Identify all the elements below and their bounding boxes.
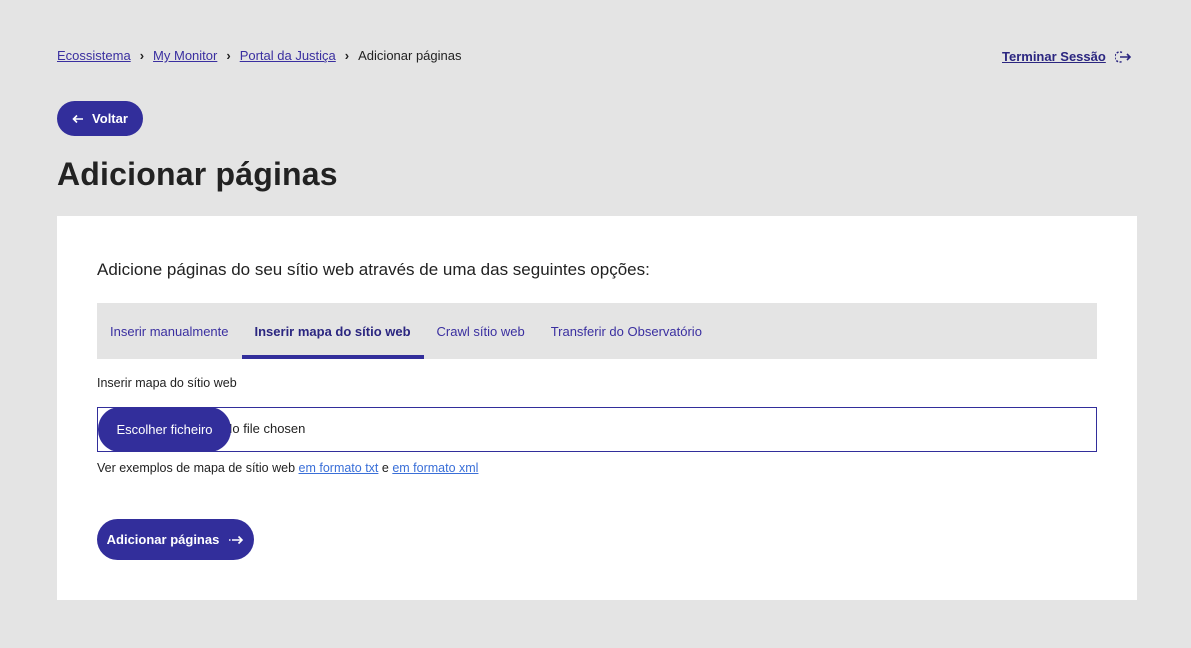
add-pages-label: Adicionar páginas	[106, 532, 220, 547]
breadcrumb: Ecossistema › My Monitor › Portal da Jus…	[57, 48, 462, 63]
chevron-right-icon: ›	[139, 48, 145, 63]
examples-text: Ver exemplos de mapa de sítio web em for…	[97, 461, 478, 475]
logout-link[interactable]: Terminar Sessão	[1002, 49, 1132, 64]
tab-crawl[interactable]: Crawl sítio web	[424, 303, 538, 359]
sitemap-field-label: Inserir mapa do sítio web	[97, 376, 237, 390]
chevron-right-icon: ›	[344, 48, 350, 63]
tab-insert-sitemap[interactable]: Inserir mapa do sítio web	[241, 303, 424, 359]
tab-observatory[interactable]: Transferir do Observatório	[538, 303, 715, 359]
breadcrumb-link-ecossistema[interactable]: Ecossistema	[57, 48, 131, 63]
arrow-left-icon	[72, 114, 84, 124]
logout-icon	[1114, 50, 1132, 64]
chevron-right-icon: ›	[226, 48, 231, 63]
breadcrumb-link-my-monitor[interactable]: My Monitor	[153, 48, 217, 63]
arrow-right-icon	[228, 535, 244, 545]
sitemap-file-input[interactable]: Escolher ficheiro No file chosen	[97, 407, 1097, 452]
examples-prefix: Ver exemplos de mapa de sítio web	[97, 461, 299, 475]
add-pages-button[interactable]: Adicionar páginas	[97, 519, 254, 560]
intro-text: Adicione páginas do seu sítio web atravé…	[97, 260, 650, 279]
tab-bar: Inserir manualmente Inserir mapa do síti…	[97, 303, 1097, 359]
add-pages-card: Adicione páginas do seu sítio web atravé…	[57, 216, 1137, 600]
breadcrumb-current: Adicionar páginas	[358, 48, 462, 63]
back-label: Voltar	[92, 111, 128, 126]
logout-label: Terminar Sessão	[1002, 49, 1106, 64]
choose-file-button[interactable]: Escolher ficheiro	[98, 407, 231, 452]
file-status: No file chosen	[223, 421, 306, 436]
tab-insert-manual[interactable]: Inserir manualmente	[97, 303, 242, 359]
examples-conj: e	[378, 461, 393, 475]
example-xml-link[interactable]: em formato xml	[392, 461, 478, 475]
breadcrumb-link-portal[interactable]: Portal da Justiça	[240, 48, 336, 63]
example-txt-link[interactable]: em formato txt	[299, 461, 379, 475]
page-title: Adicionar páginas	[57, 156, 338, 192]
back-button[interactable]: Voltar	[57, 101, 143, 136]
